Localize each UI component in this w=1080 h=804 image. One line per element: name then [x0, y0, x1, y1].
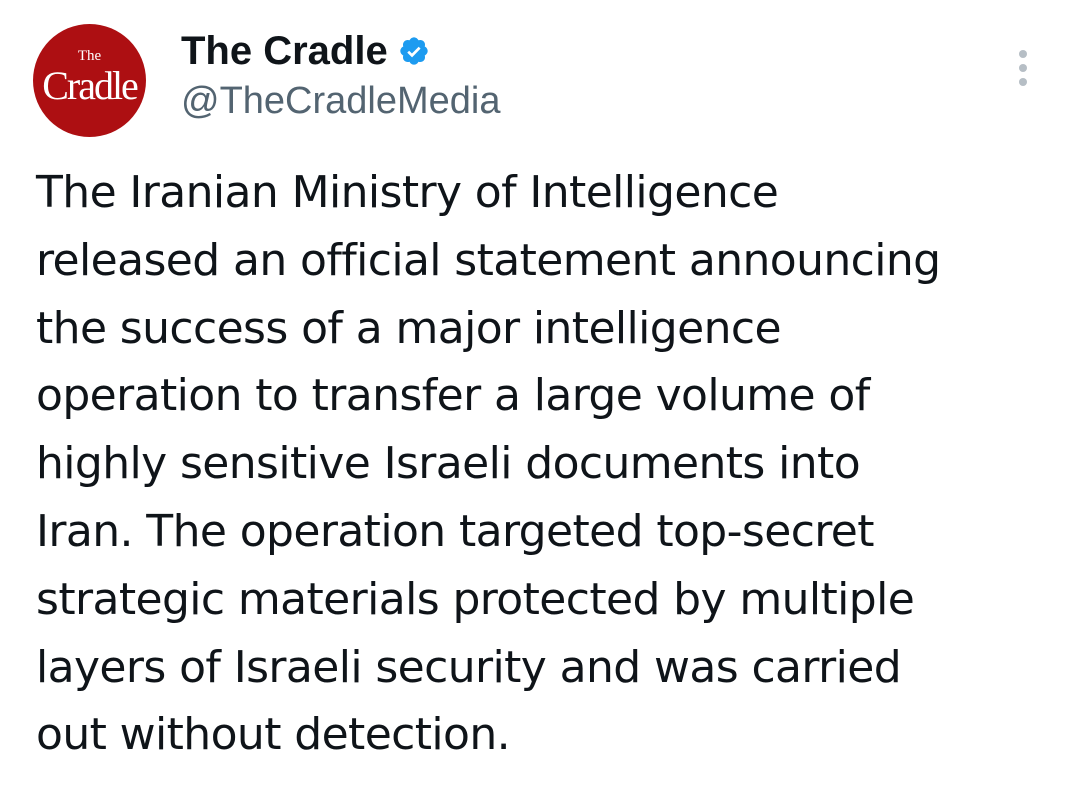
tweet-text-line: out without detection. [36, 709, 511, 761]
more-options-icon[interactable] [1008, 44, 1038, 92]
tweet-text: The Iranian Ministry of Intelligence rel… [36, 159, 1046, 769]
tweet-text-line: The Iranian Ministry of Intelligence [36, 167, 779, 218]
tweet-text-line: layers of Israeli security and was carri… [36, 641, 902, 693]
avatar[interactable]: The Cradle [33, 24, 146, 137]
verified-badge-icon [398, 35, 430, 67]
avatar-logo-text: Cradle [42, 63, 139, 108]
user-handle[interactable]: @TheCradleMedia [181, 78, 501, 124]
display-name-row[interactable]: The Cradle [181, 28, 430, 74]
tweet-text-line: Iran. The operation targeted top-secret [36, 505, 875, 557]
display-name[interactable]: The Cradle [181, 28, 388, 74]
tweet-text-line: operation to transfer a large volume of [36, 370, 870, 422]
tweet-card: The Cradle The Cradle @TheCradleMedia Th… [0, 0, 1080, 804]
more-dot [1019, 50, 1027, 58]
more-dot [1019, 64, 1027, 72]
tweet-text-line: released an official statement announcin… [36, 234, 941, 286]
tweet-text-line: the success of a major intelligence [36, 302, 782, 354]
more-dot [1019, 78, 1027, 86]
tweet-text-line: strategic materials protected by multipl… [36, 573, 915, 625]
avatar-logo-small-text: The [77, 48, 102, 64]
tweet-text-line: highly sensitive Israeli documents into [36, 438, 861, 490]
